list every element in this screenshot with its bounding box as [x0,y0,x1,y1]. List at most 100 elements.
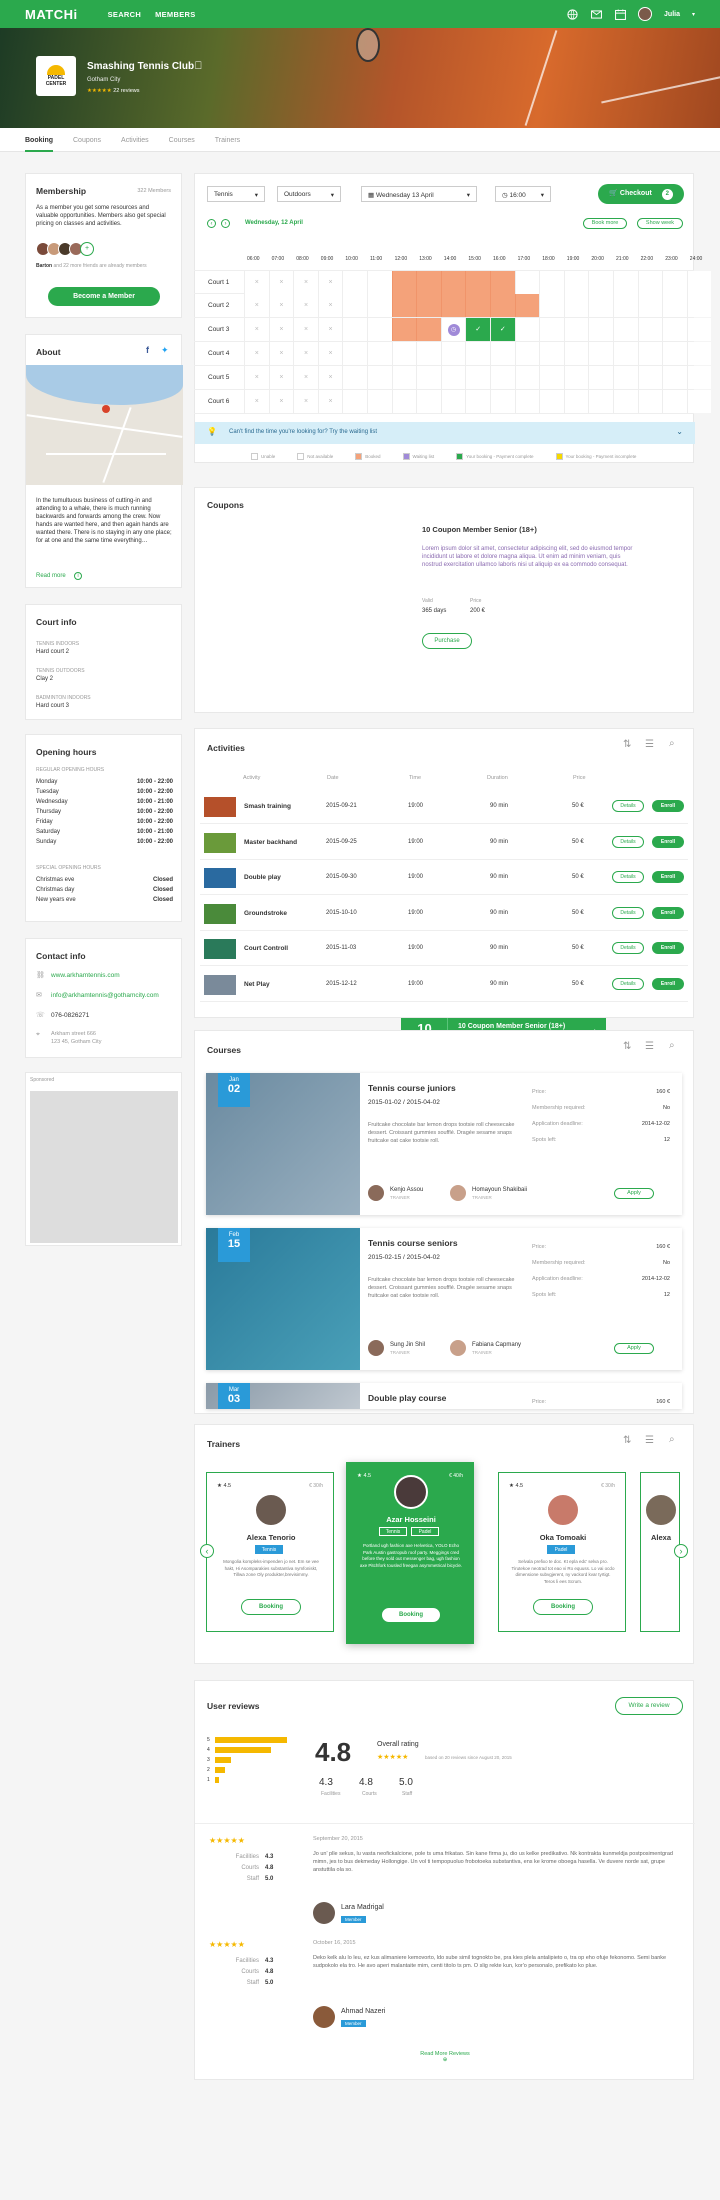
time-slot[interactable] [588,271,613,294]
search-icon[interactable]: ⌕ [669,1434,675,1445]
time-slot[interactable] [440,342,466,365]
read-more-link[interactable]: Read more [36,573,66,579]
time-slot[interactable]: × [244,342,269,365]
club-rating[interactable]: ★★★★★ 22 reviews [87,88,139,94]
time-slot[interactable]: × [317,366,343,389]
time-slot[interactable] [686,271,712,294]
nav-members[interactable]: MEMBERS [155,10,195,19]
time-slot[interactable]: ◷ [440,318,466,341]
time-slot[interactable] [563,390,589,413]
time-slot[interactable] [613,342,638,365]
details-button[interactable]: Details [612,977,644,990]
twitter-icon[interactable]: ✦ [161,345,169,356]
time-slot[interactable] [613,366,638,389]
carousel-prev-icon[interactable]: ‹ [200,1544,214,1558]
details-button[interactable]: Details [612,906,644,919]
time-slot[interactable]: × [244,390,269,413]
chevron-down-icon[interactable]: ▾ [692,11,695,18]
enroll-button[interactable]: Enroll [652,835,684,848]
booked-slot[interactable] [391,294,417,317]
time-slot[interactable] [563,294,589,317]
booked-slot[interactable] [416,294,441,317]
time-slot[interactable] [539,342,564,365]
time-slot[interactable] [563,342,589,365]
time-slot[interactable] [613,271,638,294]
search-icon[interactable]: ⌕ [669,1040,675,1051]
booked-slot[interactable] [440,271,466,294]
prev-day-icon[interactable]: ‹ [207,219,216,228]
time-slot[interactable] [367,342,392,365]
time-slot[interactable] [539,271,564,294]
enroll-button[interactable]: Enroll [652,906,684,919]
time-slot[interactable] [416,342,441,365]
activity-name[interactable]: Smash training [244,803,291,810]
time-slot[interactable] [588,294,613,317]
time-slot[interactable] [367,318,392,341]
details-button[interactable]: Details [612,835,644,848]
mail-icon[interactable] [590,8,602,20]
time-slot[interactable] [662,318,687,341]
my-booking-slot[interactable]: ✓ [465,318,490,341]
time-slot[interactable] [391,390,417,413]
time-slot[interactable] [342,294,367,317]
course-card[interactable]: Mar 03 Double play course Price: 160 € [206,1383,682,1409]
time-slot[interactable]: × [317,294,343,317]
facebook-icon[interactable]: f [146,345,149,355]
tab-courses[interactable]: Courses [169,128,195,152]
next-day-icon[interactable]: › [221,219,230,228]
user-avatar[interactable] [638,7,653,21]
time-slot[interactable] [490,366,515,389]
time-slot[interactable] [686,390,712,413]
time-slot[interactable]: × [244,318,269,341]
time-slot[interactable] [514,390,540,413]
trainer-card[interactable]: ★ 4.5 € 40/h Azar Hosseini Tennis Padel Portl… [346,1462,474,1644]
time-slot[interactable] [563,366,589,389]
time-slot[interactable] [686,294,712,317]
time-slot[interactable] [686,366,712,389]
time-slot[interactable] [465,390,490,413]
filter-icon[interactable]: ☰ [645,1435,654,1446]
time-slot[interactable] [465,366,490,389]
date-picker[interactable]: ▦ Wednesday 13 April ▾ [361,186,477,202]
time-slot[interactable] [440,390,466,413]
time-slot[interactable]: × [293,318,318,341]
time-slot[interactable] [588,318,613,341]
time-slot[interactable] [588,390,613,413]
carousel-next-icon[interactable]: › [674,1544,688,1558]
booked-slot[interactable] [391,271,417,294]
sponsored-ad[interactable] [30,1091,178,1243]
search-icon[interactable]: ⌕ [669,738,675,749]
purchase-button[interactable]: Purchase [422,633,472,649]
time-slot[interactable] [637,294,663,317]
time-slot[interactable] [391,366,417,389]
enroll-button[interactable]: Enroll [652,871,684,883]
details-button[interactable]: Details [612,942,644,954]
filter-icon[interactable]: ☰ [645,1041,654,1052]
time-slot[interactable] [637,271,663,294]
time-slot[interactable] [637,366,663,389]
time-slot[interactable] [613,294,638,317]
time-slot[interactable] [588,366,613,389]
bookmark-icon[interactable]: ⎕ [195,60,202,73]
email-link[interactable]: info@arkhamtennis@gothamcity.com [51,992,159,999]
reviewer-name[interactable]: Lara Madrigal [341,1904,384,1911]
time-slot[interactable] [342,342,367,365]
trainer-card[interactable]: ★ 4.5 € 30/h Oka Tomoaki Padel Selvala prefi… [498,1472,626,1632]
time-slot[interactable]: × [317,342,343,365]
time-slot[interactable]: × [293,294,318,317]
show-week-button[interactable]: Show week [637,218,683,229]
booked-slot[interactable] [416,318,441,341]
time-slot[interactable] [613,318,638,341]
time-slot[interactable] [637,390,663,413]
tab-activities[interactable]: Activities [121,128,149,152]
booked-slot[interactable] [416,271,441,294]
time-slot[interactable] [637,342,663,365]
time-slot[interactable] [637,318,663,341]
time-slot[interactable] [465,342,490,365]
time-slot[interactable] [440,366,466,389]
booked-slot[interactable] [465,271,490,294]
filter-icon[interactable]: ☰ [645,739,654,750]
booked-slot[interactable] [514,294,540,317]
time-slot[interactable] [686,318,712,341]
time-slot[interactable] [514,366,540,389]
